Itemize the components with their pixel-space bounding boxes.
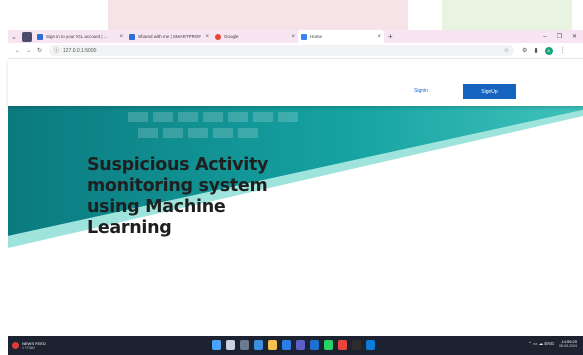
home-tab-favicon-icon bbox=[301, 33, 307, 40]
tab-home[interactable]: Home × bbox=[298, 30, 384, 43]
bookmark-star-icon[interactable]: ☆ bbox=[504, 47, 509, 54]
tab-close-icon[interactable]: × bbox=[205, 34, 209, 40]
menu-kebab-icon[interactable]: ⋮ bbox=[560, 47, 566, 54]
windows-taskbar: NEWS FEED 1 TITAN ⌃ ▭ ☁ ENG 14:59:29 08-… bbox=[8, 336, 583, 355]
tab-group-icon[interactable] bbox=[22, 31, 32, 42]
tab-strip: ⌄ Sign in to your IGL account | ... × Sh… bbox=[8, 30, 583, 43]
tab-igl-signin[interactable]: Sign in to your IGL account | ... × bbox=[34, 30, 126, 43]
tab-search-icon[interactable]: ⌄ bbox=[8, 30, 20, 43]
clock-date: 08-05-2024 bbox=[559, 344, 577, 348]
close-window-button[interactable]: ✕ bbox=[572, 33, 577, 40]
chrome-icon[interactable] bbox=[338, 340, 347, 350]
address-bar[interactable]: ⓘ 127.0.0.1:5000 ☆ bbox=[49, 45, 514, 56]
tab-google[interactable]: Google × bbox=[212, 30, 298, 43]
screen: ⌄ Sign in to your IGL account | ... × Sh… bbox=[0, 0, 583, 355]
task-view-icon[interactable] bbox=[240, 340, 249, 350]
maximize-button[interactable]: ❐ bbox=[557, 33, 562, 40]
profile-avatar[interactable]: A bbox=[544, 46, 553, 55]
teams-icon[interactable] bbox=[254, 340, 263, 350]
background-patch bbox=[442, 0, 572, 30]
signup-button[interactable]: SignUp bbox=[463, 84, 516, 99]
minimize-button[interactable]: – bbox=[543, 34, 546, 40]
start-icon[interactable] bbox=[212, 340, 221, 350]
news-widget[interactable]: NEWS FEED 1 TITAN bbox=[12, 341, 46, 350]
hero-title: Suspicious Activity monitoring system us… bbox=[87, 155, 269, 238]
site-info-icon[interactable]: ⓘ bbox=[54, 47, 59, 54]
edge-icon[interactable] bbox=[282, 340, 291, 350]
store-icon[interactable] bbox=[310, 340, 319, 350]
browser-toolbar: ← → ↻ ⓘ 127.0.0.1:5000 ☆ ⚙ ▮ A ⋮ bbox=[8, 43, 583, 59]
tab-favicon-icon bbox=[129, 33, 135, 40]
extensions-icon[interactable]: ⚙ bbox=[522, 47, 527, 54]
forward-arrow-icon[interactable]: → bbox=[23, 48, 34, 54]
new-tab-button[interactable]: + bbox=[388, 32, 393, 41]
system-tray: ⌃ ▭ ☁ ENG 14:59:29 08-05-2024 bbox=[528, 339, 577, 348]
terminal-icon[interactable] bbox=[352, 340, 361, 350]
news-subtitle: 1 TITAN bbox=[22, 346, 35, 350]
file-explorer-icon[interactable] bbox=[268, 340, 277, 350]
tab-close-icon[interactable]: × bbox=[119, 34, 123, 40]
search-icon[interactable] bbox=[226, 340, 235, 350]
taskbar-apps bbox=[212, 340, 375, 350]
google-icon bbox=[215, 33, 221, 40]
language-indicator[interactable]: ENG bbox=[544, 341, 554, 346]
url-text[interactable]: 127.0.0.1:5000 bbox=[63, 48, 504, 54]
tab-close-icon[interactable]: × bbox=[377, 34, 381, 40]
back-arrow-icon[interactable]: ← bbox=[12, 48, 23, 54]
toolbar-icons: ⚙ ▮ A ⋮ bbox=[522, 46, 566, 55]
news-icon bbox=[12, 342, 19, 349]
site-header: Signin SignUp bbox=[8, 60, 583, 106]
background-patch bbox=[108, 0, 408, 30]
side-panel-icon[interactable]: ▮ bbox=[534, 47, 537, 54]
clock[interactable]: 14:59:29 08-05-2024 bbox=[559, 339, 577, 348]
tab-favicon-icon bbox=[37, 33, 43, 40]
tray-icons[interactable]: ⌃ ▭ ☁ ENG bbox=[528, 341, 554, 347]
vscode-icon[interactable] bbox=[366, 340, 375, 350]
signin-link[interactable]: Signin bbox=[414, 88, 428, 94]
reload-icon[interactable]: ↻ bbox=[34, 47, 45, 54]
tab-close-icon[interactable]: × bbox=[291, 34, 295, 40]
window-controls: – ❐ ✕ bbox=[543, 33, 583, 41]
tab-shared-with-me[interactable]: Shared with me | SMARTPROF... × bbox=[126, 30, 212, 43]
app-icon[interactable] bbox=[296, 340, 305, 350]
whatsapp-icon[interactable] bbox=[324, 340, 333, 350]
